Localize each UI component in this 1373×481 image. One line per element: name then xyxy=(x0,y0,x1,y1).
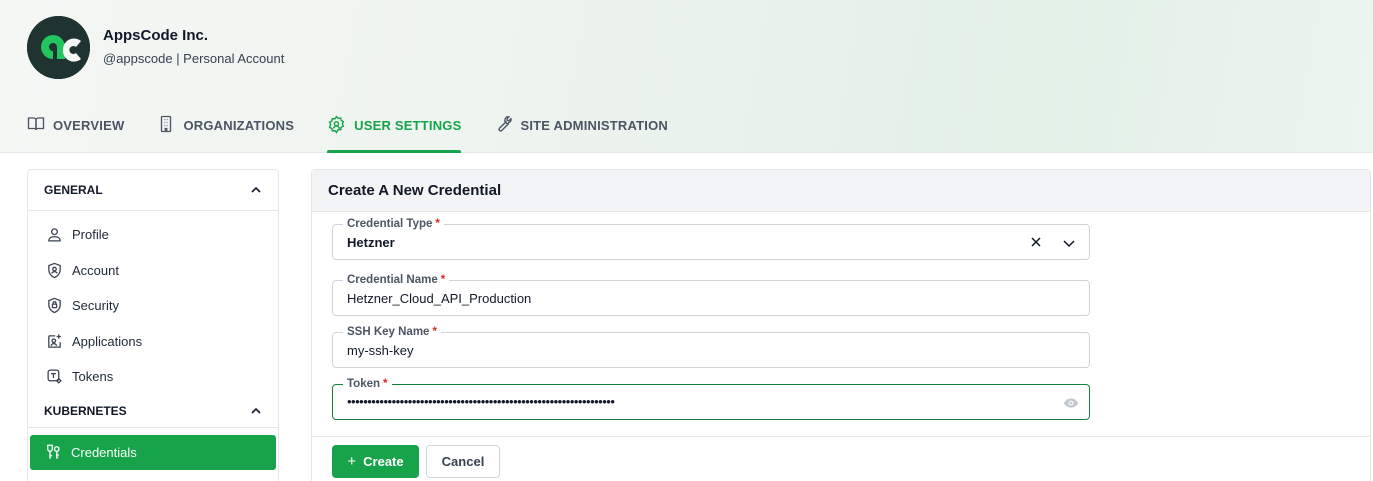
settings-nav: OVERVIEW ORGANIZATIONS USER SETTINGS SIT… xyxy=(27,112,701,153)
wrench-icon xyxy=(498,116,513,132)
sidebar-section-general-title: GENERAL xyxy=(44,183,103,197)
ssh-key-name-label: SSH Key Name * xyxy=(343,325,441,339)
book-open-icon xyxy=(27,117,45,131)
credential-name-field[interactable]: Credential Name * Hetzner_Cloud_API_Produ… xyxy=(332,273,1090,316)
sidebar-item-account[interactable]: Account xyxy=(28,253,278,289)
org-name: AppsCode Inc. xyxy=(103,27,209,44)
create-button[interactable]: + Create xyxy=(332,445,419,478)
token-label: Token * xyxy=(343,377,392,391)
plus-icon: + xyxy=(347,453,357,470)
shield-user-icon xyxy=(48,262,61,279)
tab-site-administration-label: SITE ADMINISTRATION xyxy=(520,118,669,133)
credential-type-label-text: Credential Type xyxy=(347,218,433,230)
sidebar-item-label: Credentials xyxy=(71,444,137,460)
settings-sidebar: GENERAL Profile Account Security Applica… xyxy=(27,169,279,481)
sidebar-item-label: Applications xyxy=(72,333,143,349)
sidebar-item-credentials[interactable]: Credentials xyxy=(30,434,276,470)
ssh-key-name-value: my-ssh-key xyxy=(347,343,414,358)
ssh-key-name-field[interactable]: SSH Key Name * my-ssh-key xyxy=(332,325,1090,368)
tab-organizations[interactable]: ORGANIZATIONS xyxy=(157,112,294,153)
panel-title: Create A New Credential xyxy=(312,170,1370,212)
token-icon xyxy=(47,369,62,385)
sidebar-item-label: Profile xyxy=(72,227,109,243)
eye-icon[interactable] xyxy=(1063,396,1079,410)
tab-site-administration[interactable]: SITE ADMINISTRATION xyxy=(494,112,668,153)
sidebar-item-label: Security xyxy=(72,298,119,314)
chevron-up-icon xyxy=(251,407,261,414)
org-avatar xyxy=(27,16,90,79)
credential-name-value: Hetzner_Cloud_API_Production xyxy=(347,291,532,306)
user-icon xyxy=(48,228,61,242)
clear-icon[interactable] xyxy=(1029,235,1043,249)
org-header: AppsCode Inc. @appscode | Personal Accou… xyxy=(0,0,1373,153)
credential-name-label: Credential Name * xyxy=(343,273,450,287)
cancel-button-label: Cancel xyxy=(441,454,485,469)
token-field[interactable]: Token * •••••••••••••••••••••••••••••••••… xyxy=(332,377,1090,420)
tab-user-settings-label: USER SETTINGS xyxy=(354,118,462,133)
sidebar-item-profile[interactable]: Profile xyxy=(28,217,278,253)
required-mark: * xyxy=(383,378,388,390)
app-icon xyxy=(48,334,61,348)
panel-footer-divider xyxy=(312,436,1370,437)
sidebar-item-label: Account xyxy=(72,262,119,278)
cancel-button[interactable]: Cancel xyxy=(426,445,500,478)
tab-user-settings[interactable]: USER SETTINGS xyxy=(327,112,462,153)
sidebar-section-kubernetes[interactable]: KUBERNETES xyxy=(28,395,278,428)
appscode-logo-icon xyxy=(27,16,90,79)
create-credential-panel: Create A New Credential Credential Type *… xyxy=(311,169,1371,481)
tab-overview[interactable]: OVERVIEW xyxy=(27,112,124,153)
shield-lock-icon xyxy=(48,297,61,314)
sidebar-item-security[interactable]: Security xyxy=(28,288,278,324)
required-mark: * xyxy=(432,326,437,338)
sidebar-item-label: Tokens xyxy=(72,369,114,385)
tab-overview-label: OVERVIEW xyxy=(53,118,125,133)
credential-type-value: Hetzner xyxy=(347,235,395,250)
building-icon xyxy=(161,115,172,133)
sidebar-section-kubernetes-title: KUBERNETES xyxy=(44,403,127,418)
chevron-down-icon[interactable] xyxy=(1062,236,1076,250)
org-subtitle: @appscode | Personal Account xyxy=(103,51,285,66)
credential-name-label-text: Credential Name xyxy=(347,274,438,286)
required-mark: * xyxy=(440,274,446,286)
required-mark: * xyxy=(435,218,440,230)
credential-type-label: Credential Type * xyxy=(343,217,444,231)
sidebar-item-applications[interactable]: Applications xyxy=(28,324,278,360)
credential-type-select[interactable]: Credential Type * Hetzner xyxy=(332,217,1090,260)
ssh-key-name-label-text: SSH Key Name xyxy=(347,326,430,338)
sidebar-item-tokens[interactable]: Tokens xyxy=(28,359,278,395)
tab-organizations-label: ORGANIZATIONS xyxy=(183,118,295,133)
gear-icon xyxy=(328,115,345,134)
chevron-up-icon xyxy=(251,186,261,193)
token-label-text: Token xyxy=(347,378,381,390)
token-value: ••••••••••••••••••••••••••••••••••••••••… xyxy=(347,394,615,409)
sidebar-section-general[interactable]: GENERAL xyxy=(28,170,278,211)
create-button-label: Create xyxy=(363,454,404,469)
credentials-icon xyxy=(47,444,60,459)
